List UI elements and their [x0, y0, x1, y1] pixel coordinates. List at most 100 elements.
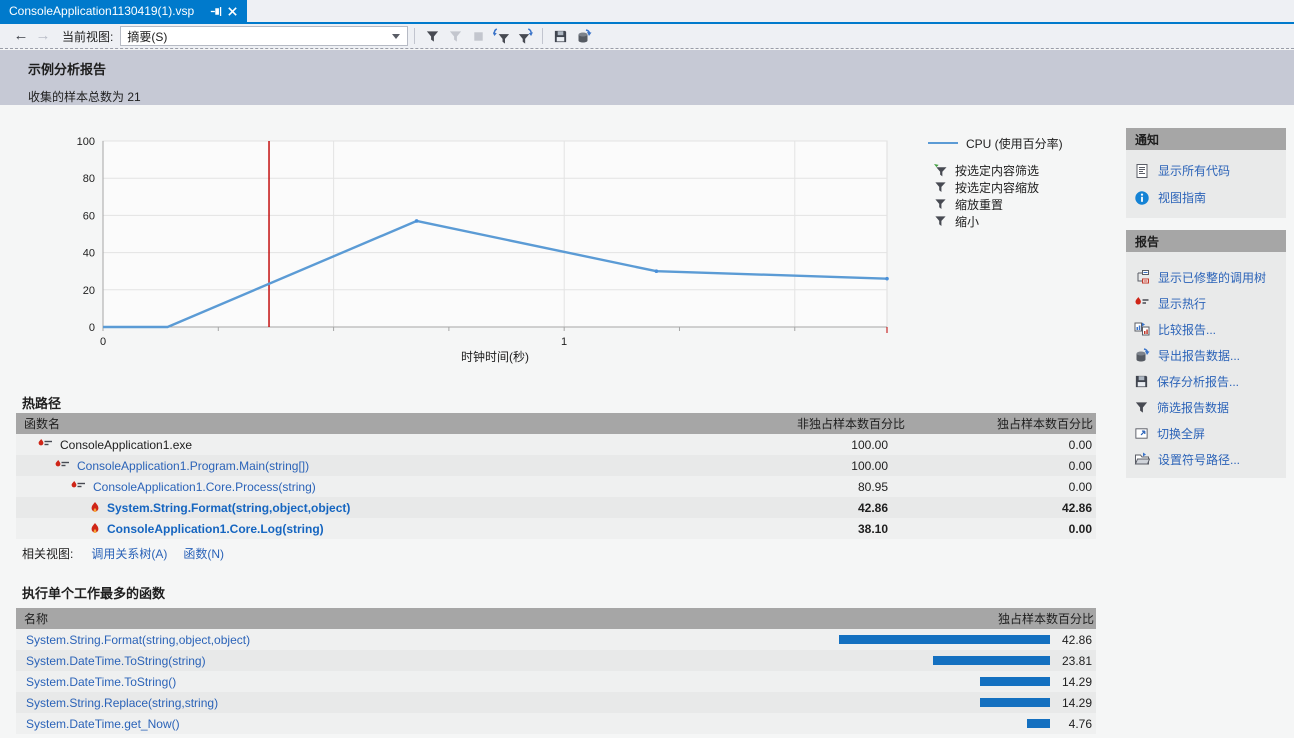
view-selector-dropdown[interactable]: 摘要(S)	[120, 26, 408, 46]
function-name-link[interactable]: ConsoleApplication1.Core.Log(string)	[107, 522, 324, 536]
table-row[interactable]: System.DateTime.get_Now() 4.76	[16, 713, 1096, 734]
zoom-out-button[interactable]: 缩小	[934, 213, 1039, 230]
exclusive-pct: 0.00	[906, 438, 1096, 452]
filter-disabled-icon[interactable]	[444, 26, 467, 46]
stop-icon[interactable]	[467, 26, 490, 46]
column-header-exclusive-pct[interactable]: 独占样本数百分比	[906, 415, 1096, 432]
pct-bar	[1027, 719, 1050, 728]
report-content: 0 20 40 60 80 100 0 1 时钟时间(秒) CPU (使用百分率…	[0, 105, 1294, 738]
zoom-reset-button[interactable]: 缩放重置	[934, 196, 1039, 213]
filter-by-selection-button[interactable]: 按选定内容筛选	[934, 162, 1039, 179]
exclusive-pct: 42.86	[906, 501, 1096, 515]
exclusive-pct: 0.00	[906, 459, 1096, 473]
sidebar-item-label: 显示所有代码	[1158, 162, 1230, 179]
toolbar-separator	[542, 28, 543, 44]
related-view-call-tree-link[interactable]: 调用关系树(A)	[91, 545, 167, 559]
document-tab[interactable]: ConsoleApplication1130419(1).vsp	[0, 0, 247, 22]
report-section-header: 报告	[1126, 230, 1286, 252]
function-name-link[interactable]: System.DateTime.ToString(string)	[26, 654, 206, 668]
exclusive-pct: 0.00	[906, 522, 1096, 536]
table-row[interactable]: System.String.Format(string,object,objec…	[16, 497, 1096, 518]
top-functions-title: 执行单个工作最多的函数	[22, 583, 165, 602]
table-row[interactable]: ConsoleApplication1.Core.Log(string) 38.…	[16, 518, 1096, 539]
exclusive-pct: 42.86	[1050, 633, 1096, 647]
y-tick-label: 80	[83, 173, 95, 185]
hot-path-icon	[71, 481, 86, 492]
zoom-by-selection-icon[interactable]	[513, 26, 536, 46]
sidebar-item-trimmed-call-tree[interactable]: 显示已修整的调用树	[1126, 264, 1286, 290]
column-header-exclusive-pct[interactable]: 独占样本数百分比	[554, 610, 1096, 627]
report-title: 示例分析报告	[28, 50, 1294, 78]
table-row[interactable]: System.String.Replace(string,string) 14.…	[16, 692, 1096, 713]
function-name-link[interactable]: ConsoleApplication1.Core.Process(string)	[93, 480, 316, 494]
filter-icon[interactable]	[421, 26, 444, 46]
back-arrow-icon[interactable]: ←	[10, 26, 32, 46]
chart-control-label: 缩放重置	[955, 196, 1003, 213]
symbol-path-icon	[1134, 451, 1150, 467]
zoom-by-selection-icon	[934, 181, 947, 194]
pin-icon[interactable]	[210, 5, 223, 18]
plot-area	[103, 141, 887, 327]
sidebar-item-save-analyzed-report[interactable]: 保存分析报告...	[1126, 368, 1286, 394]
table-row[interactable]: System.DateTime.ToString(string) 23.81	[16, 650, 1096, 671]
pct-bar-cell	[554, 677, 1050, 686]
legend-line-marker	[928, 140, 958, 146]
filter-by-selection-icon[interactable]	[490, 26, 513, 46]
save-icon[interactable]	[549, 26, 572, 46]
filter-by-selection-icon	[934, 164, 947, 177]
exclusive-pct: 0.00	[906, 480, 1096, 494]
y-tick-label: 40	[83, 248, 95, 260]
table-row[interactable]: ConsoleApplication1.Core.Process(string)…	[16, 476, 1096, 497]
trimmed-call-tree-icon	[1134, 269, 1150, 285]
chart-control-label: 按选定内容缩放	[955, 179, 1039, 196]
sidebar-item-label: 切换全屏	[1157, 425, 1205, 442]
cpu-usage-chart[interactable]: 0 20 40 60 80 100 0 1 时钟时间(秒)	[20, 125, 905, 365]
function-name-link[interactable]: System.String.Format(string,object,objec…	[26, 633, 250, 647]
table-row[interactable]: System.DateTime.ToString() 14.29	[16, 671, 1096, 692]
report-header: 示例分析报告 收集的样本总数为 21	[0, 50, 1294, 105]
zoom-by-selection-button[interactable]: 按选定内容缩放	[934, 179, 1039, 196]
sidebar-item-label: 显示热行	[1158, 295, 1206, 312]
y-tick-label: 60	[83, 210, 95, 222]
document-tab-strip: ConsoleApplication1130419(1).vsp	[0, 0, 1294, 24]
top-functions-table: 名称 独占样本数百分比 System.String.Format(string,…	[16, 608, 1096, 734]
function-name-link[interactable]: ConsoleApplication1.Program.Main(string[…	[77, 459, 309, 473]
sidebar-item-toggle-fullscreen[interactable]: 切换全屏	[1126, 420, 1286, 446]
sidebar-item-show-all-code[interactable]: 显示所有代码	[1126, 157, 1286, 184]
column-header-name[interactable]: 名称	[16, 610, 554, 627]
function-name-link[interactable]: System.DateTime.ToString()	[26, 675, 176, 689]
sidebar-item-label: 导出报告数据...	[1158, 347, 1240, 364]
pct-bar-cell	[554, 719, 1050, 728]
export-icon[interactable]	[572, 26, 595, 46]
sidebar-item-show-hot-lines[interactable]: 显示热行	[1126, 290, 1286, 316]
report-section: 显示已修整的调用树 显示热行 比较报告... 导出报告数据... 保存分析报告.…	[1126, 252, 1286, 478]
sidebar-item-filter-report-data[interactable]: 筛选报告数据	[1126, 394, 1286, 420]
save-report-icon	[1134, 374, 1149, 389]
column-header-function-name[interactable]: 函数名	[16, 415, 746, 432]
hot-path-table: 函数名 非独占样本数百分比 独占样本数百分比 ConsoleApplicatio…	[16, 413, 1096, 539]
related-view-functions-link[interactable]: 函数(N)	[183, 545, 224, 559]
sidebar-gap	[1126, 218, 1286, 230]
function-name-link[interactable]: System.String.Format(string,object,objec…	[107, 501, 350, 515]
sidebar-item-export-report-data[interactable]: 导出报告数据...	[1126, 342, 1286, 368]
exclusive-pct: 14.29	[1050, 696, 1096, 710]
function-name: ConsoleApplication1.exe	[60, 438, 192, 452]
function-name-link[interactable]: System.String.Replace(string,string)	[26, 696, 218, 710]
sidebar-item-label: 筛选报告数据	[1157, 399, 1229, 416]
column-header-inclusive-pct[interactable]: 非独占样本数百分比	[746, 415, 906, 432]
function-name-link[interactable]: System.DateTime.get_Now()	[26, 717, 180, 731]
inclusive-pct: 100.00	[746, 438, 906, 452]
info-icon	[1134, 190, 1150, 206]
sidebar-item-label: 保存分析报告...	[1157, 373, 1239, 390]
close-icon[interactable]	[227, 6, 238, 17]
table-row[interactable]: ConsoleApplication1.exe 100.00 0.00	[16, 434, 1096, 455]
sidebar-item-view-guide[interactable]: 视图指南	[1126, 184, 1286, 211]
forward-arrow-icon[interactable]: →	[32, 26, 54, 46]
x-tick-label: 1	[561, 336, 567, 348]
sidebar-item-set-symbol-path[interactable]: 设置符号路径...	[1126, 446, 1286, 472]
sidebar-item-compare-reports[interactable]: 比较报告...	[1126, 316, 1286, 342]
table-row[interactable]: System.String.Format(string,object,objec…	[16, 629, 1096, 650]
table-row[interactable]: ConsoleApplication1.Program.Main(string[…	[16, 455, 1096, 476]
flame-icon	[90, 523, 100, 535]
report-subtitle: 收集的样本总数为 21	[28, 78, 1294, 105]
